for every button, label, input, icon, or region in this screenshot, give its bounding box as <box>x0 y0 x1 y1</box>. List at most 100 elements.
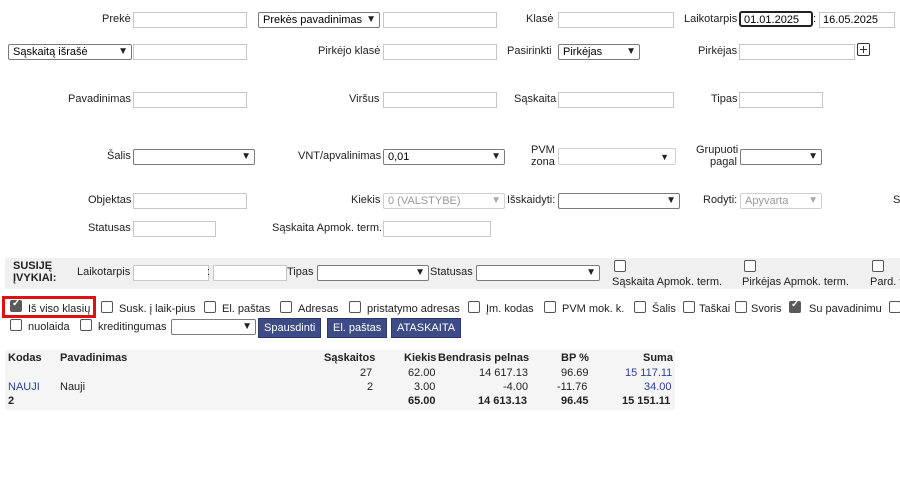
salis-checkbox[interactable] <box>634 301 646 313</box>
date-to-input[interactable]: 16.05.2025 <box>819 12 895 28</box>
pvm-label-line1: PVM <box>531 144 555 156</box>
chevron-down-icon: ▼ <box>666 195 676 206</box>
rodyti-select[interactable]: Apyvarta ▼ <box>740 193 822 209</box>
pirkejas-input[interactable] <box>739 44 855 60</box>
adresas-label: Adresas <box>298 303 339 315</box>
svoris-checkbox[interactable] <box>735 301 747 313</box>
taskai-label: Taškai <box>699 303 731 315</box>
total-pelnas: 14 613.13 <box>478 395 527 407</box>
objektas-label: Objektas <box>88 194 132 206</box>
grupuoti-label-line1: Grupuoti <box>696 144 739 156</box>
preke-label: Prekė <box>102 13 131 25</box>
events-checkbox-pirkejas[interactable] <box>744 260 756 272</box>
chevron-down-icon: ▼ <box>491 195 501 206</box>
pirkejo-klase-input[interactable] <box>383 44 497 60</box>
report-button[interactable]: ATASKAITA <box>391 318 462 338</box>
preke-input[interactable] <box>133 12 247 28</box>
kreditingumas-label: kreditingumas <box>98 321 167 333</box>
susk-checkbox[interactable] <box>101 301 113 313</box>
row-kodas-link[interactable]: NAUJI <box>8 381 40 393</box>
statusas-input[interactable] <box>133 221 216 237</box>
kiekis-value: 0 (VALSTYBE) <box>388 195 461 207</box>
is-viso-klasiu-checkbox[interactable] <box>10 298 22 312</box>
header-kiekis: Kiekis <box>404 352 437 364</box>
pvm-mok-checkbox[interactable] <box>544 301 556 313</box>
tipas-input[interactable] <box>739 92 823 108</box>
events-checkbox-pirkejas-label: Pirkėjas Apmok. term. <box>742 276 849 288</box>
isskaidyti-select[interactable]: ▼ <box>558 193 680 209</box>
nuolaida-label: nuolaida <box>28 321 70 333</box>
saskaita-label: Sąskaita <box>514 93 557 105</box>
im-kodas-checkbox[interactable] <box>468 301 480 313</box>
grupuoti-select[interactable]: ▼ <box>740 149 822 165</box>
events-laikotarpis-label: Laikotarpis <box>77 266 131 278</box>
pasirinkti-select[interactable]: Pirkėjas ▼ <box>558 44 640 60</box>
row-bp: -11.76 <box>557 381 588 393</box>
events-checkbox-pard-label: Pard. v <box>870 276 900 288</box>
pvm-zona-select[interactable]: ▼ <box>558 148 676 165</box>
apmok-term-input[interactable] <box>383 221 491 237</box>
row-pavadinimas: Nauji <box>60 381 86 393</box>
kreditingumas-checkbox[interactable] <box>80 319 92 331</box>
tipas-label: Tipas <box>711 93 738 105</box>
events-statusas-select[interactable]: ▼ <box>476 265 600 281</box>
pavadinimas-label: Pavadinimas <box>68 93 131 105</box>
preke-mode-select[interactable]: Prekės pavadinimas ▼ <box>258 12 380 28</box>
header-saskaitos: Sąskaitos <box>324 352 376 364</box>
total-bp: 96.45 <box>561 395 589 407</box>
chevron-down-icon: ▼ <box>586 267 596 278</box>
pristatymo-label: pristatymo adresas <box>367 303 460 315</box>
el-pastas-checkbox[interactable] <box>204 301 216 313</box>
chevron-down-icon: ▼ <box>626 46 636 57</box>
salis-select[interactable]: ▼ <box>133 149 255 165</box>
svoris-label: Svoris <box>751 303 782 315</box>
klase-input[interactable] <box>558 12 674 28</box>
chevron-down-icon: ▼ <box>415 267 425 278</box>
vnt-select[interactable]: 0,01 ▼ <box>383 149 505 165</box>
header-bendrasis-pelnas: Bendrasis pelnas <box>438 352 530 364</box>
events-statusas-label: Statusas <box>430 266 473 278</box>
su-pavadinimu-checkbox[interactable] <box>789 299 801 313</box>
saskaita-israse-input[interactable] <box>133 44 247 60</box>
row-kiekis: 3.00 <box>414 381 436 393</box>
objektas-input[interactable] <box>133 193 247 209</box>
events-tipas-select[interactable]: ▼ <box>317 265 429 281</box>
preke-mode-value: Prekės pavadinimas <box>263 14 363 26</box>
susk-label: Susk. į laik-pius <box>119 303 196 315</box>
su-pavadinimu-label: Su pavadinimu <box>809 303 882 315</box>
date-from-input[interactable]: 01.01.2025 <box>739 11 813 27</box>
summary-suma-link[interactable]: 15 117.11 <box>625 367 672 379</box>
adresas-checkbox[interactable] <box>280 301 292 313</box>
pavadinimas-input[interactable] <box>133 92 247 108</box>
header-kodas: Kodas <box>8 352 42 364</box>
pirkejo-klase-label: Pirkėjo klasė <box>318 45 381 57</box>
saskaita-mode-select[interactable]: Sąskaitą išrašė ▼ <box>8 44 132 60</box>
chevron-down-icon: ▼ <box>118 46 128 57</box>
row-suma-link[interactable]: 34.00 <box>644 381 672 393</box>
caret-down-icon: ▼ <box>660 152 669 162</box>
saskaita-input[interactable] <box>558 92 674 108</box>
vnt-value: 0,01 <box>388 151 410 163</box>
add-plus-icon[interactable] <box>857 43 870 56</box>
events-checkbox-pard[interactable] <box>872 260 884 272</box>
taskai-checkbox[interactable] <box>683 301 695 313</box>
events-date-from[interactable] <box>133 265 209 281</box>
kreditingumas-select[interactable]: ▼ <box>171 319 256 335</box>
apmok-term-label: Sąskaita Apmok. term. <box>272 222 383 234</box>
cut-off-checkbox[interactable] <box>889 301 900 313</box>
email-button[interactable]: El. paštas <box>327 318 388 338</box>
summary-pelnas: 14 617.13 <box>479 367 528 379</box>
print-button[interactable]: Spausdinti <box>258 318 322 338</box>
rodyti-value: Apyvarta <box>745 195 789 207</box>
kiekis-select[interactable]: 0 (VALSTYBE) ▼ <box>383 193 505 209</box>
summary-saskaitos: 27 <box>360 367 373 379</box>
preke-name-input[interactable] <box>383 12 497 28</box>
events-checkbox-saskaita[interactable] <box>614 260 626 272</box>
virsus-input[interactable] <box>383 92 497 108</box>
events-date-sep: : <box>207 266 211 278</box>
pristatymo-checkbox[interactable] <box>349 301 361 313</box>
nuolaida-checkbox[interactable] <box>10 319 22 331</box>
events-date-to[interactable] <box>213 265 287 281</box>
total-kiekis: 65.00 <box>408 395 436 407</box>
kiekis-label: Kiekis <box>351 194 381 206</box>
